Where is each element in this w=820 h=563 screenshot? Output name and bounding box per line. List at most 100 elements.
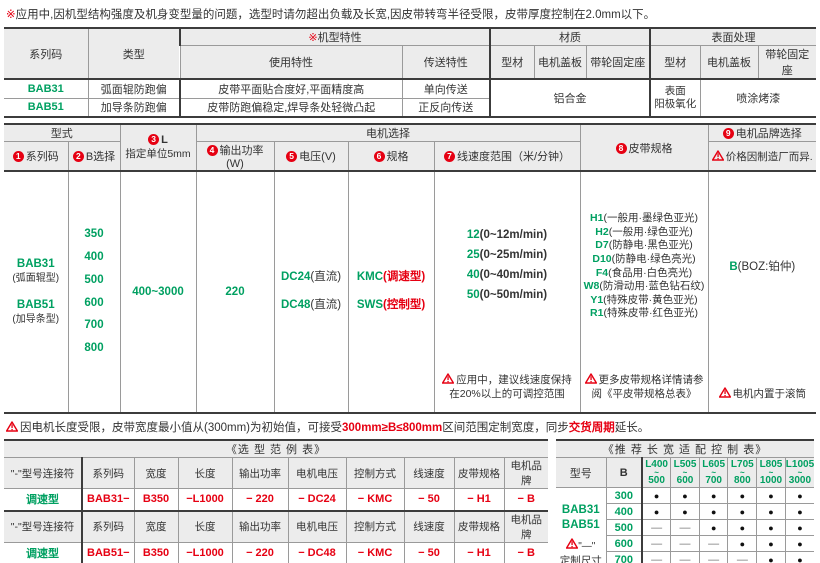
circled-number-icon: 9 — [723, 128, 734, 139]
circled-number-icon: 6 — [374, 151, 385, 162]
unsupported-dash: — — [642, 520, 671, 536]
model-cell: BAB31BAB51"—"定制尺寸 — [556, 488, 606, 563]
supported-dot: ● — [642, 504, 671, 520]
power-col-label: 输出功率(W) — [220, 145, 264, 170]
supported-dot: ● — [785, 504, 814, 520]
transfer-feature-value: 单向传送 — [402, 79, 490, 98]
transfer-feature-header: 传送特性 — [402, 46, 490, 80]
circled-number-icon: 7 — [444, 151, 455, 162]
speed-option: 25(0~25m/min) — [437, 249, 578, 263]
circled-number-icon: 8 — [616, 143, 627, 154]
reference-mark: ※ — [6, 9, 16, 21]
supported-dot: ● — [642, 488, 671, 504]
type-value: 弧面辊防跑偏 — [88, 79, 180, 98]
example-code-value: − H1 — [454, 542, 504, 563]
example-col-header: 线速度 — [404, 511, 454, 543]
example-col-header: 长度 — [178, 511, 232, 543]
spec-table: 系列码 类型 ※机型特性 材质 表面处理 使用特性 传送特性 型材 电机盖板 带… — [4, 27, 816, 118]
catalog-page: ※应用中,因机型结构强度及机身变型量的问题，选型时请勿超出负载及长宽,因皮带转弯… — [0, 0, 820, 563]
belt-option: H2(一般用·绿色亚光) — [595, 226, 692, 239]
length-unit-note: 指定单位5mm — [123, 146, 194, 161]
width-range-highlight: 300mm≥B≤800mm — [342, 422, 442, 434]
circled-number-icon: 2 — [73, 151, 84, 162]
example-col-header: 宽度 — [134, 511, 178, 543]
supported-dot: ● — [699, 488, 728, 504]
belt-option: H1(一般用·墨绿色亚光) — [590, 212, 698, 225]
unsupported-dash: — — [642, 552, 671, 563]
supported-dot: ● — [785, 552, 814, 563]
belt-option: D7(防静电·黑色亚光) — [595, 239, 692, 252]
top-note-text: 应用中,因机型结构强度及机身变型量的问题，选型时请勿超出负载及长宽,因皮带转弯半… — [16, 9, 656, 21]
series-code-value: BAB51 — [4, 98, 88, 117]
belt-option: Y1(特殊皮带·黄色亚光) — [590, 294, 697, 307]
supported-dot: ● — [699, 504, 728, 520]
supported-dot: ● — [757, 504, 786, 520]
example-col-header: "-"型号连接符 — [4, 458, 82, 489]
voltage-col-label: 电压(V) — [299, 151, 336, 163]
b-value: 600 — [606, 536, 642, 552]
brand-cell: B(BOZ:铂仲) 电机内置于滚筒 — [708, 171, 816, 413]
circled-number-icon: 5 — [286, 151, 297, 162]
circled-number-icon: 3 — [148, 134, 159, 145]
example-code-value: − 50 — [404, 489, 454, 511]
example-code-value: − DC48 — [288, 542, 346, 563]
spec-options-cell: KMC(调速型)SWS(控制型) — [348, 171, 434, 413]
motor-group-header: 电机选择 — [196, 124, 580, 142]
example-col-header: 系列码 — [82, 511, 134, 543]
speed-option: 40(0~40m/min) — [437, 269, 578, 283]
transfer-feature-value: 正反向传送 — [402, 98, 490, 117]
example-code-value: − KMC — [346, 542, 404, 563]
example-row-label: 调速型 — [4, 542, 82, 563]
supported-dot: ● — [757, 552, 786, 563]
width-col-header: 2B选择 — [68, 142, 120, 172]
speed-option: 50(0~50m/min) — [437, 289, 578, 303]
series-options-cell: BAB31(弧面辊型)BAB51(加导条型) — [4, 171, 68, 413]
belt-note: 更多皮带规格详情请参 阅《平皮带规格总表》 — [583, 373, 706, 401]
width-note-text: 延长。 — [615, 422, 650, 434]
supported-dot: ● — [728, 536, 757, 552]
belt-option: F4(食品用·白色亮光) — [596, 267, 692, 280]
width-option: 350 — [71, 228, 118, 242]
spec-option: SWS(控制型) — [351, 299, 432, 313]
supported-dot: ● — [671, 488, 700, 504]
series-code-value: BAB31 — [4, 79, 88, 98]
brand-price-note: 价格因制造厂而异. — [708, 142, 816, 172]
circled-number-icon: 1 — [13, 151, 24, 162]
brand-desc: (BOZ:铂仲) — [738, 261, 796, 273]
brand-header: 9电机品牌选择 — [708, 124, 816, 142]
brand-note-text: 电机内置于滚筒 — [733, 388, 807, 400]
example-table-title: 《选 型 范 例 表》 — [4, 440, 548, 458]
series-option: BAB51(加导条型) — [6, 299, 66, 326]
voltage-option: DC48(直流) — [277, 299, 346, 313]
example-code-value: B350 — [134, 489, 178, 511]
b-value: 500 — [606, 520, 642, 536]
example-code-value: BAB31− — [82, 489, 134, 511]
warning-icon — [712, 151, 726, 163]
voltage-col-header: 5电压(V) — [274, 142, 348, 172]
example-col-header: 输出功率 — [232, 511, 288, 543]
brand-label: 电机品牌选择 — [736, 128, 802, 140]
unsupported-dash: — — [671, 552, 700, 563]
example-col-header: 电机品牌 — [504, 458, 548, 489]
use-feature-value: 皮带平面贴合度好,平面精度高 — [180, 79, 402, 98]
supported-dot: ● — [757, 536, 786, 552]
example-code-value: − KMC — [346, 489, 404, 511]
material-group-header: 材质 — [490, 28, 650, 46]
example-col-header: 控制方式 — [346, 511, 404, 543]
example-code-value: B350 — [134, 542, 178, 563]
unsupported-dash: — — [642, 536, 671, 552]
top-note: ※应用中,因机型结构强度及机身变型量的问题，选型时请勿超出负载及长宽,因皮带转弯… — [6, 6, 816, 22]
example-row-label: 调速型 — [4, 489, 82, 511]
unsupported-dash: — — [671, 536, 700, 552]
reference-mark: ※ — [308, 32, 317, 44]
bottom-tables: 《选 型 范 例 表》 "-"型号连接符系列码宽度长度输出功率电机电压控制方式线… — [4, 439, 816, 563]
example-code-value: − 220 — [232, 489, 288, 511]
example-code-value: BAB51− — [82, 542, 134, 563]
model-group-header: 型式 — [4, 124, 120, 142]
length-range-header: L805~1000 — [757, 458, 786, 488]
example-code-value: −L1000 — [178, 489, 232, 511]
example-code-value: − H1 — [454, 489, 504, 511]
dash-legend-text: 定制尺寸 — [558, 553, 604, 563]
voltage-option: DC24(直流) — [277, 271, 346, 285]
circled-number-icon: 4 — [207, 145, 218, 156]
